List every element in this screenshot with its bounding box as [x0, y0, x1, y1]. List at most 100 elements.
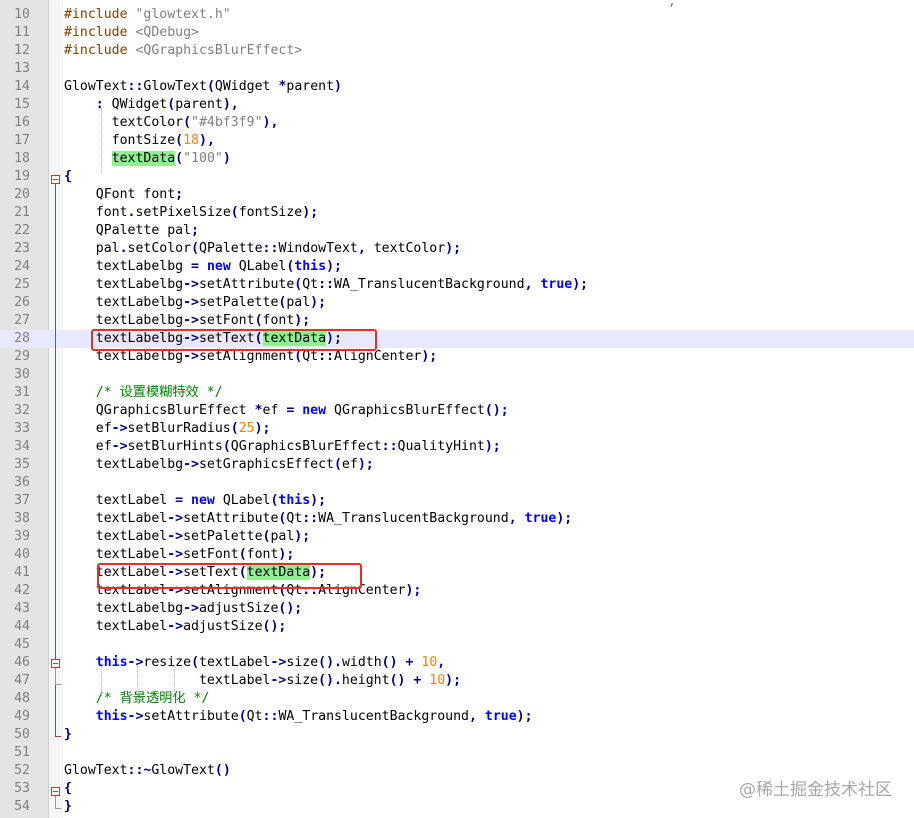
code-token: ::	[318, 277, 334, 292]
code-line[interactable]: 23 pal.setColor(QPalette::WindowText, te…	[0, 240, 914, 258]
code-token: ::	[262, 241, 279, 256]
code-line[interactable]: 34 ef->setBlurHints(QGraphicsBlurEffect:…	[0, 438, 914, 456]
code-token: QLabel	[238, 259, 287, 274]
code-token: );	[516, 709, 533, 724]
code-line[interactable]: 50}	[0, 726, 914, 744]
code-line[interactable]: 14 GlowText::GlowText(QWidget *parent)	[0, 78, 914, 96]
code-line[interactable]: 32 QGraphicsBlurEffect *ef = new QGraphi…	[0, 402, 914, 420]
code-token: (	[175, 133, 184, 148]
fold-range-line	[55, 796, 56, 808]
code-token: );	[421, 349, 438, 364]
code-token: ->	[167, 529, 184, 544]
code-line[interactable]: 26 textLabelbg->setPalette(pal);	[0, 294, 914, 312]
code-line[interactable]: 25 textLabelbg->setAttribute(Qt::WA_Tran…	[0, 276, 914, 294]
code-token: textLabelbg	[64, 601, 184, 616]
line-number: 53	[14, 781, 30, 796]
code-text: pal.setColor(QPalette::WindowText, textC…	[64, 240, 461, 258]
line-number: 17	[14, 133, 30, 148]
code-token: GlowText	[143, 79, 207, 94]
code-token: #include	[64, 7, 136, 22]
code-token: setBlurRadius	[127, 421, 231, 436]
code-text: fontSize(18),	[64, 132, 215, 150]
code-line[interactable]: 24 textLabelbg = new QLabel(this);	[0, 258, 914, 276]
line-number: 23	[14, 241, 30, 256]
code-line[interactable]: 12 #include <QGraphicsBlurEffect>	[0, 42, 914, 60]
code-line[interactable]: 16 textColor("#4bf3f9"),	[0, 114, 914, 132]
line-number: 52	[14, 763, 30, 778]
code-token: ->	[183, 295, 199, 310]
code-token: QWidget	[111, 97, 168, 112]
code-line[interactable]: 10 #include "glowtext.h"	[0, 6, 914, 24]
code-line[interactable]: 35 textLabelbg->setGraphicsEffect(ef);	[0, 456, 914, 474]
code-token: textLabelbg	[64, 259, 192, 274]
code-line[interactable]: 45	[0, 636, 914, 654]
code-line[interactable]: 21 font.setPixelSize(fontSize);	[0, 204, 914, 222]
code-token: .	[119, 241, 128, 256]
code-line[interactable]: 49 this->setAttribute(Qt::WA_Translucent…	[0, 708, 914, 726]
code-token: ::	[381, 439, 398, 454]
code-token: ),	[262, 115, 279, 130]
code-line[interactable]: 40 textLabel->setFont(font);	[0, 546, 914, 564]
code-token: );	[445, 241, 462, 256]
line-number: 29	[14, 349, 30, 364]
code-line[interactable]: 44 textLabel->adjustSize();	[0, 618, 914, 636]
code-token: );	[556, 511, 573, 526]
line-number: 45	[14, 637, 30, 652]
code-token: {	[64, 781, 72, 796]
code-token: ().	[318, 673, 342, 688]
code-editor[interactable]: , 10 #include "glowtext.h" 11 #include <QDe…	[0, 0, 914, 818]
code-token: setAttribute	[198, 277, 295, 292]
code-line[interactable]: 13	[0, 60, 914, 78]
line-number: 27	[14, 313, 30, 328]
code-token: ->	[270, 655, 287, 670]
code-token: textLabelbg	[64, 313, 184, 328]
code-line[interactable]: 20 QFont font;	[0, 186, 914, 204]
code-line[interactable]: 36	[0, 474, 914, 492]
line-number: 37	[14, 493, 30, 508]
code-token: textLabelbg	[64, 277, 184, 292]
code-token: (	[175, 151, 184, 166]
code-token: ()	[214, 763, 231, 778]
code-line[interactable]: 38 textLabel->setAttribute(Qt::WA_Transl…	[0, 510, 914, 528]
code-line[interactable]: 39 textLabel->setPalette(pal);	[0, 528, 914, 546]
code-token: 10	[421, 655, 438, 670]
code-token: ef	[262, 403, 287, 418]
code-line[interactable]: 30	[0, 366, 914, 384]
line-number: 54	[14, 799, 30, 814]
code-line[interactable]: 15 : QWidget(parent),	[0, 96, 914, 114]
code-token: setFont	[198, 313, 255, 328]
code-line[interactable]: 31 /* 设置模糊特效 */	[0, 384, 914, 402]
code-token: "glowtext.h"	[135, 7, 231, 22]
fold-toggle-resize[interactable]	[51, 659, 60, 668]
code-token: ),	[199, 133, 215, 148]
code-line[interactable]: 51	[0, 744, 914, 762]
code-token: ->	[183, 349, 199, 364]
code-token: Qt	[246, 709, 263, 724]
code-token: ::	[262, 709, 279, 724]
code-line[interactable]: 18 textData("100")	[0, 150, 914, 168]
code-token: textLabel	[64, 673, 271, 688]
code-token: setAttribute	[183, 511, 279, 526]
code-token: (	[238, 547, 247, 562]
code-line[interactable]: 11 #include <QDebug>	[0, 24, 914, 42]
line-number: 44	[14, 619, 30, 634]
code-line[interactable]: 33 ef->setBlurRadius(25);	[0, 420, 914, 438]
code-token: GlowText	[64, 79, 128, 94]
code-token: ,	[357, 241, 374, 256]
code-text: }	[64, 726, 72, 744]
code-line[interactable]: 22 QPalette pal;	[0, 222, 914, 240]
code-token: ->	[270, 673, 287, 688]
code-line[interactable]: 19 {	[0, 168, 914, 186]
code-token: "100"	[183, 151, 223, 166]
fold-toggle-destructor[interactable]	[51, 787, 60, 796]
code-line[interactable]: 43 textLabelbg->adjustSize();	[0, 600, 914, 618]
code-token: setPalette	[183, 529, 263, 544]
code-line[interactable]: 54}	[0, 798, 914, 816]
code-token: setFont	[183, 547, 239, 562]
code-token: GlowText	[64, 763, 128, 778]
code-line[interactable]: 37 textLabel = new QLabel(this);	[0, 492, 914, 510]
code-line[interactable]: 27 textLabelbg->setFont(font);	[0, 312, 914, 330]
fold-toggle-constructor[interactable]	[51, 175, 60, 184]
code-token: #include	[64, 25, 136, 40]
code-line[interactable]: 17 fontSize(18),	[0, 132, 914, 150]
